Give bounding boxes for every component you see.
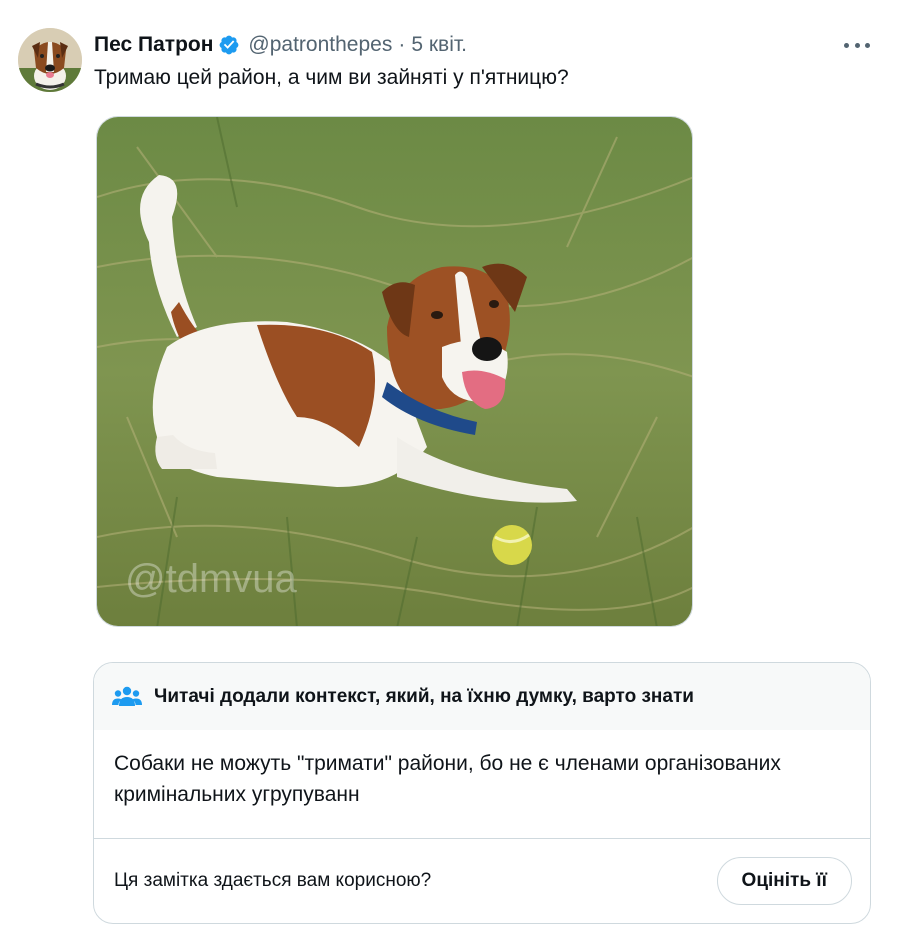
rate-note-button[interactable]: Оцініть її [716,857,852,905]
community-note-header: Читачі додали контекст, який, на їхню ду… [94,663,870,730]
tweet-photo[interactable]: @tdmvua [96,116,693,627]
separator-dot: · [398,33,406,56]
community-note-body: Собаки не можуть "тримати" райони, бо не… [94,730,870,839]
community-note-question: Ця замітка здається вам корисною? [114,870,432,891]
tweet-header: Пес Патрон @patronthepes · 5 квіт. [94,33,467,57]
tweet: Пес Патрон @patronthepes · 5 квіт. Трима… [0,0,924,952]
people-icon [112,686,142,706]
author-name[interactable]: Пес Патрон [94,33,213,57]
avatar[interactable] [18,28,82,92]
community-note-footer: Ця замітка здається вам корисною? Оцініт… [94,839,870,923]
tweet-text: Тримаю цей район, а чим ви зайняті у п'я… [94,66,569,89]
more-horizontal-icon[interactable] [844,38,870,52]
community-note: Читачі додали контекст, який, на їхню ду… [93,662,871,924]
tweet-timestamp[interactable]: 5 квіт. [411,33,467,57]
community-note-title: Читачі додали контекст, який, на їхню ду… [154,685,694,707]
author-handle[interactable]: @patronthepes [248,33,392,57]
image-watermark: @tdmvua [125,557,298,601]
verified-badge-icon [220,35,239,55]
